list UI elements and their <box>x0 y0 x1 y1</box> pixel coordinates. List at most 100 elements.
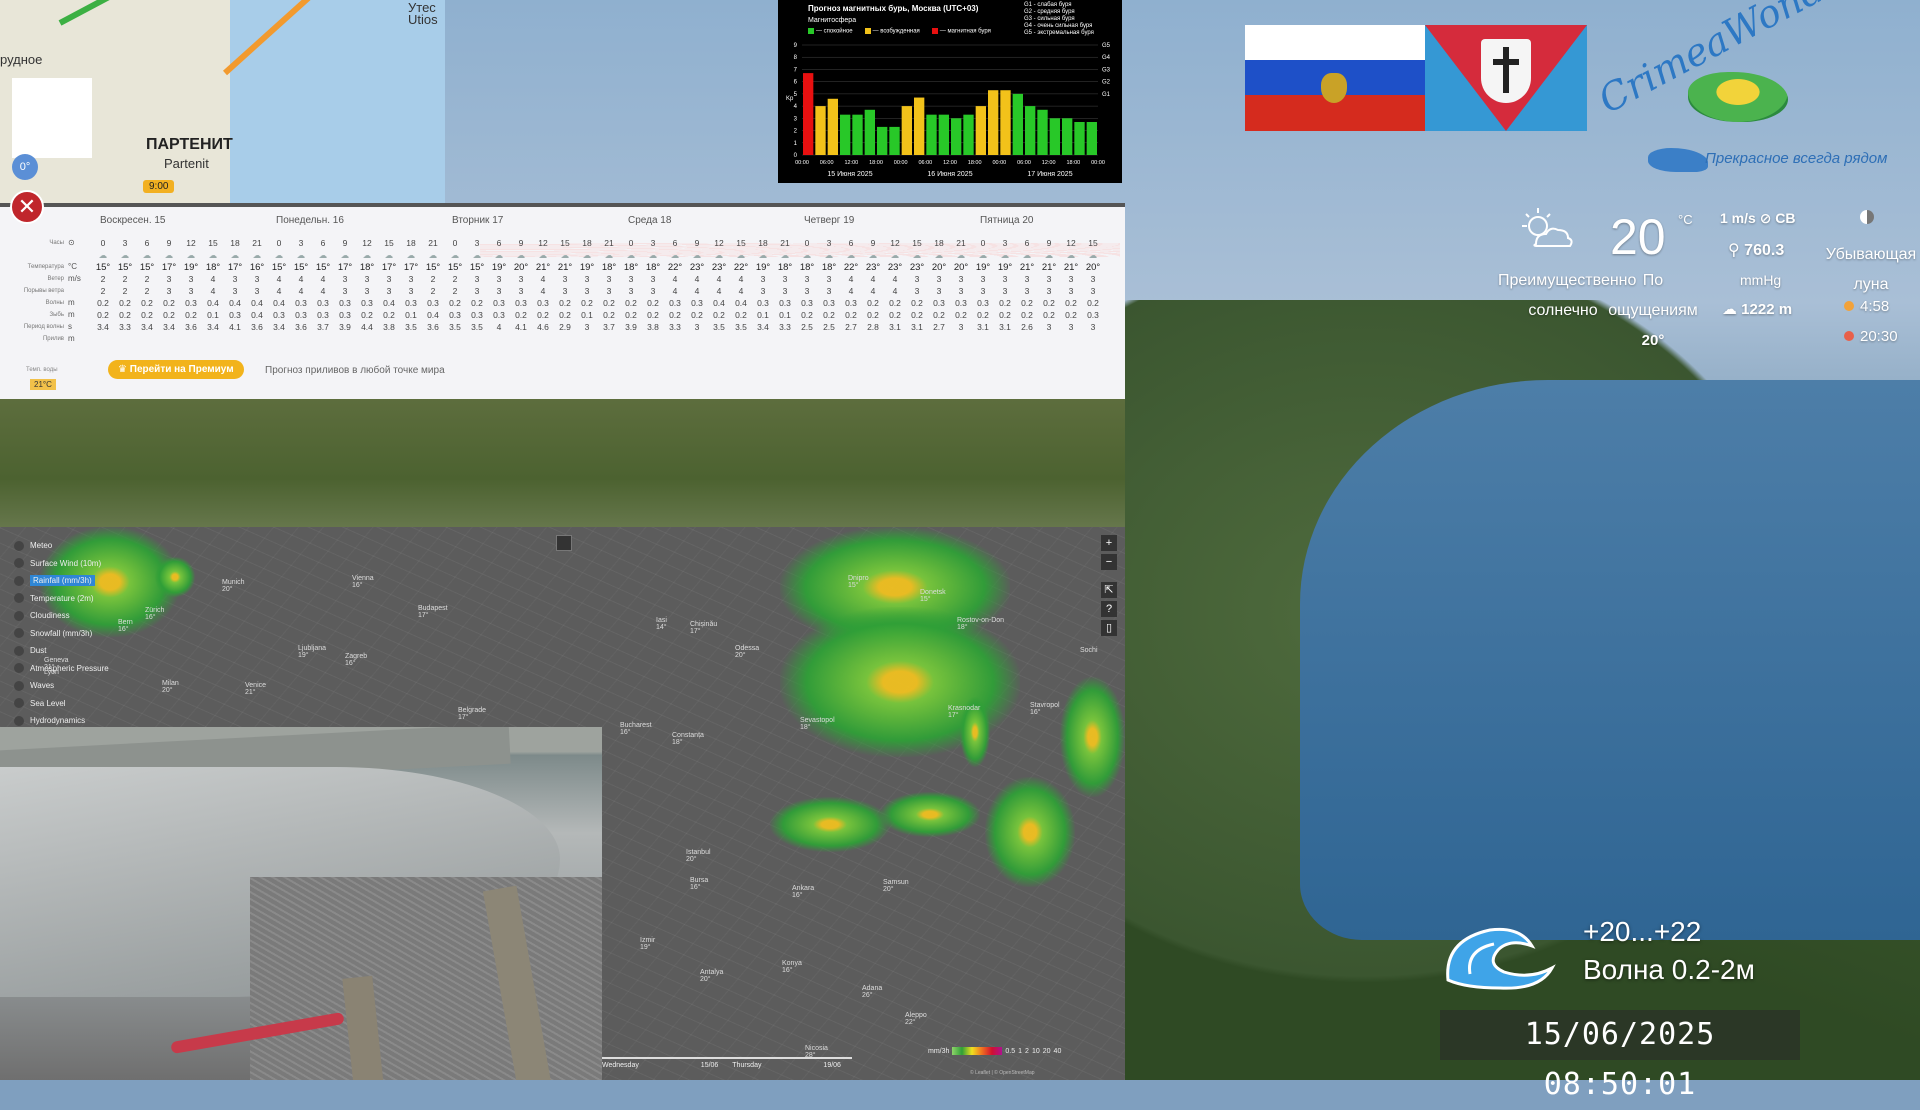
forecast-cell: 4 <box>320 274 326 284</box>
map-zoom-controls[interactable]: + − ⇱ ? ▯ <box>1101 535 1117 639</box>
premium-button[interactable]: ♛ Перейти на Премиум <box>108 360 244 379</box>
qr-code[interactable] <box>12 78 92 158</box>
map-layer-label: Surface Wind (10m) <box>30 558 102 568</box>
kp-bar <box>864 109 875 155</box>
kp-y-tick: 1 <box>794 141 798 147</box>
forecast-cell: 3 <box>298 238 304 248</box>
map-layer-item[interactable]: Dust <box>14 642 124 660</box>
weather-feels-like: По ощущениям 20° <box>1608 266 1698 356</box>
forecast-cell: 9 <box>694 238 700 248</box>
kp-bar <box>852 114 863 155</box>
forecast-cell: 21 <box>604 238 614 248</box>
forecast-cell: 0.2 <box>933 310 945 320</box>
location-map[interactable]: рудное Утес Utios ПАРТЕНИТ Partenit 0° 9… <box>0 0 445 205</box>
forecast-cell: 3 <box>254 274 260 284</box>
zoom-in-icon[interactable]: + <box>1101 535 1117 551</box>
kp-bar <box>803 73 814 155</box>
forecast-cell: 2 <box>100 274 106 284</box>
scale-gradient <box>952 1047 1003 1055</box>
map-layer-item[interactable]: Meteo <box>14 537 124 555</box>
map-layer-item[interactable]: Temperature (2m) <box>14 590 124 608</box>
forecast-cell: 9 <box>518 238 524 248</box>
kp-g-tick: G4 <box>1102 55 1111 61</box>
cloud-icon: ☁ <box>780 250 790 260</box>
forecast-cell: 3 <box>760 286 766 296</box>
forecast-cell: 19° <box>755 262 771 273</box>
cloud-icon: ☁ <box>98 250 108 260</box>
pressure-icon: ⚲ <box>1728 242 1740 259</box>
kp-y-label: Kp <box>786 96 794 102</box>
help-icon[interactable]: ? <box>1101 601 1117 617</box>
city-temp: 16° <box>782 967 793 974</box>
city-name: Bucharest <box>620 722 652 729</box>
cloud-icon: ☁ <box>934 250 944 260</box>
city-temp: 16° <box>145 614 156 621</box>
cloud-icon: ☁ <box>362 250 372 260</box>
map-timeline[interactable]: Wednesday 15/06 Thursday 19/06 <box>602 1057 852 1069</box>
forecast-cell: 18° <box>777 262 793 273</box>
forecast-cell: 0.3 <box>779 298 791 308</box>
forecast-cell: 9 <box>1046 238 1052 248</box>
forecast-cell: 0.2 <box>1021 310 1033 320</box>
layer-icon <box>14 663 24 674</box>
city-name: Istanbul <box>686 849 711 856</box>
forecast-cell: 3 <box>584 322 590 332</box>
map-layer-item[interactable]: Sea Level <box>14 695 124 713</box>
forecast-cell: 0.2 <box>97 310 109 320</box>
forecast-cell: 0.2 <box>955 310 967 320</box>
forecast-cell: 20° <box>1085 262 1101 273</box>
map-layer-item[interactable]: Surface Wind (10m) <box>14 555 124 573</box>
kp-day-label: 16 Июня 2025 <box>927 171 973 178</box>
forecast-cell: 3.5 <box>713 322 725 332</box>
forecast-cell: 3 <box>1046 274 1052 284</box>
close-icon[interactable]: ✕ <box>10 190 44 224</box>
forecast-cell: 6 <box>848 238 854 248</box>
kp-x-tick: 18:00 <box>968 160 982 166</box>
forecast-cell: 3 <box>650 238 656 248</box>
kp-bar <box>1000 90 1011 155</box>
cloud-icon: ☁ <box>318 250 328 260</box>
map-layer-item[interactable]: Cloudiness <box>14 607 124 625</box>
map-layer-item[interactable]: Atmospheric Pressure <box>14 660 124 678</box>
map-layer-item[interactable]: Snowfall (mm/3h) <box>14 625 124 643</box>
forecast-cell: 0.1 <box>581 310 593 320</box>
map-layer-item[interactable]: Rainfall (mm/3h) <box>14 572 124 590</box>
forecast-cell: 0 <box>100 238 106 248</box>
share-icon[interactable]: ⇱ <box>1101 582 1117 598</box>
city-name: Belgrade <box>458 707 487 714</box>
forecast-cell: 3.4 <box>141 322 153 332</box>
forecast-row-label: Температура <box>27 264 64 270</box>
kp-bar <box>1037 109 1048 155</box>
weather-sunrise: 4:58 <box>1844 298 1889 315</box>
forecast-day-header: Понедельн. 16 <box>276 215 344 226</box>
forecast-cell: 3 <box>914 274 920 284</box>
forecast-cell: 3 <box>914 286 920 296</box>
forecast-cell: 3.1 <box>911 322 923 332</box>
map-layer-list[interactable]: Meteo Surface Wind (10m) Rainfall (mm/3h) T… <box>14 537 124 730</box>
forecast-cell: 4.1 <box>229 322 241 332</box>
forecast-cell: 18 <box>582 238 592 248</box>
forecast-cell: 19° <box>997 262 1013 273</box>
kp-bar <box>889 126 900 155</box>
city-name: Aleppo <box>905 1012 927 1019</box>
cloud-icon: ☁ <box>296 250 306 260</box>
sea-wave-height: Волна 0.2-2м <box>1583 954 1755 985</box>
forecast-cell: 9 <box>166 238 172 248</box>
cloud-icon: ☁ <box>230 250 240 260</box>
cloud-icon: ☁ <box>868 250 878 260</box>
kp-x-tick: 12:00 <box>1042 160 1056 166</box>
forecast-cell: 3.8 <box>647 322 659 332</box>
kp-y-tick: 2 <box>794 129 798 135</box>
forecast-cell: 17° <box>337 262 353 273</box>
fullscreen-icon[interactable] <box>556 535 572 551</box>
map-layer-item[interactable]: Waves <box>14 677 124 695</box>
forecast-cell: 4 <box>738 274 744 284</box>
forecast-cell: 3 <box>1002 274 1008 284</box>
forecast-cell: 6 <box>320 238 326 248</box>
zoom-out-icon[interactable]: − <box>1101 554 1117 570</box>
city-name: Stavropol <box>1030 702 1060 709</box>
kp-bar <box>938 114 949 155</box>
timeline-bar[interactable] <box>602 1057 852 1059</box>
forecast-cell: 0.2 <box>581 298 593 308</box>
mobile-icon[interactable]: ▯ <box>1101 620 1117 636</box>
